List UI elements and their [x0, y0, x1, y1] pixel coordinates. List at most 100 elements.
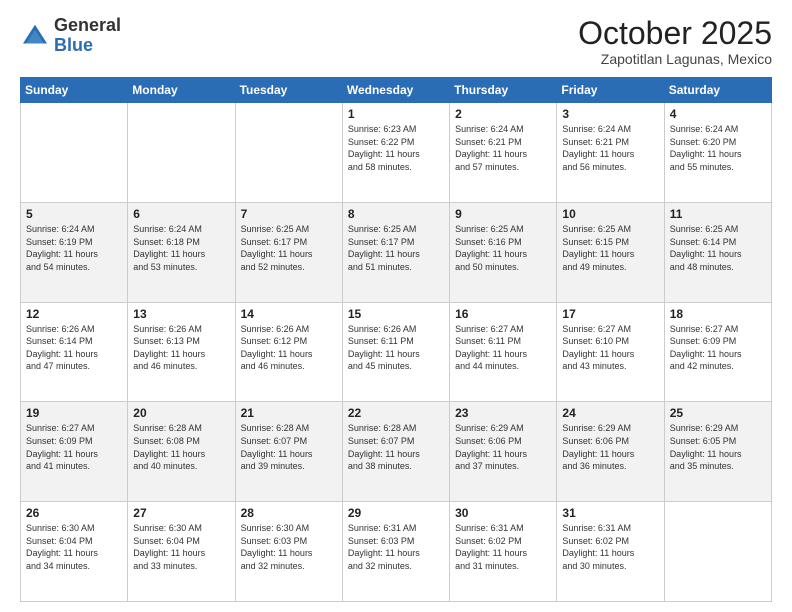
day-number: 20 — [133, 406, 229, 420]
calendar-cell: 30Sunrise: 6:31 AM Sunset: 6:02 PM Dayli… — [450, 502, 557, 602]
calendar-table: SundayMondayTuesdayWednesdayThursdayFrid… — [20, 77, 772, 602]
day-number: 18 — [670, 307, 766, 321]
day-number: 9 — [455, 207, 551, 221]
title-block: October 2025 Zapotitlan Lagunas, Mexico — [578, 16, 772, 67]
calendar-cell: 29Sunrise: 6:31 AM Sunset: 6:03 PM Dayli… — [342, 502, 449, 602]
calendar-cell: 28 Sunrise: 6:30 AM Sunset: 6:03 PM Dayli… — [235, 502, 342, 602]
calendar-cell: 7Sunrise: 6:25 AM Sunset: 6:17 PM Daylig… — [235, 202, 342, 302]
calendar-cell: 23 Sunrise: 6:29 AM Sunset: 6:06 PM Dayli… — [450, 402, 557, 502]
day-info: Sunrise: 6:30 AM Sunset: 6:04 PM Dayligh… — [26, 522, 122, 572]
logo-general: General — [54, 16, 121, 36]
day-number: 2 — [455, 107, 551, 121]
weekday-header-friday: Friday — [557, 78, 664, 103]
location-subtitle: Zapotitlan Lagunas, Mexico — [578, 51, 772, 67]
weekday-header-tuesday: Tuesday — [235, 78, 342, 103]
day-info: Sunrise: 6:29 AM Sunset: 6:06 PM Dayligh… — [455, 422, 551, 472]
calendar-cell: 3Sunrise: 6:24 AM Sunset: 6:21 PM Daylig… — [557, 103, 664, 203]
calendar-cell: 15 Sunrise: 6:26 AM Sunset: 6:11 PM Dayli… — [342, 302, 449, 402]
day-number: 31 — [562, 506, 658, 520]
day-number: 15 — [348, 307, 444, 321]
calendar-cell — [128, 103, 235, 203]
day-info: Sunrise: 6:24 AM Sunset: 6:18 PM Dayligh… — [133, 223, 229, 273]
day-number: 29 — [348, 506, 444, 520]
day-info: Sunrise: 6:24 AM Sunset: 6:20 PM Dayligh… — [670, 123, 766, 173]
weekday-header-monday: Monday — [128, 78, 235, 103]
weekday-header-thursday: Thursday — [450, 78, 557, 103]
day-info: Sunrise: 6:27 AM Sunset: 6:09 PM Dayligh… — [26, 422, 122, 472]
day-info: Sunrise: 6:24 AM Sunset: 6:21 PM Dayligh… — [455, 123, 551, 173]
calendar-cell: 10 Sunrise: 6:25 AM Sunset: 6:15 PM Dayli… — [557, 202, 664, 302]
logo-text: General Blue — [54, 16, 121, 56]
calendar-cell: 14 Sunrise: 6:26 AM Sunset: 6:12 PM Dayli… — [235, 302, 342, 402]
header: General Blue October 2025 Zapotitlan Lag… — [20, 16, 772, 67]
day-number: 5 — [26, 207, 122, 221]
day-info: Sunrise: 6:25 AM Sunset: 6:15 PM Dayligh… — [562, 223, 658, 273]
day-info: Sunrise: 6:29 AM Sunset: 6:05 PM Dayligh… — [670, 422, 766, 472]
calendar-cell: 12 Sunrise: 6:26 AM Sunset: 6:14 PM Dayli… — [21, 302, 128, 402]
calendar-week-row: 12 Sunrise: 6:26 AM Sunset: 6:14 PM Dayli… — [21, 302, 772, 402]
weekday-header-sunday: Sunday — [21, 78, 128, 103]
logo-icon — [20, 21, 50, 51]
calendar-cell: 9Sunrise: 6:25 AM Sunset: 6:16 PM Daylig… — [450, 202, 557, 302]
day-info: Sunrise: 6:26 AM Sunset: 6:11 PM Dayligh… — [348, 323, 444, 373]
calendar-cell: 22 Sunrise: 6:28 AM Sunset: 6:07 PM Dayli… — [342, 402, 449, 502]
day-number: 4 — [670, 107, 766, 121]
day-number: 26 — [26, 506, 122, 520]
calendar-cell: 24 Sunrise: 6:29 AM Sunset: 6:06 PM Dayli… — [557, 402, 664, 502]
day-number: 17 — [562, 307, 658, 321]
calendar-cell — [21, 103, 128, 203]
calendar-cell: 2 Sunrise: 6:24 AM Sunset: 6:21 PM Daylig… — [450, 103, 557, 203]
day-info: Sunrise: 6:25 AM Sunset: 6:14 PM Dayligh… — [670, 223, 766, 273]
logo-blue: Blue — [54, 36, 121, 56]
day-number: 28 — [241, 506, 337, 520]
calendar-cell: 25 Sunrise: 6:29 AM Sunset: 6:05 PM Dayli… — [664, 402, 771, 502]
day-info: Sunrise: 6:28 AM Sunset: 6:07 PM Dayligh… — [348, 422, 444, 472]
calendar-cell: 5 Sunrise: 6:24 AM Sunset: 6:19 PM Daylig… — [21, 202, 128, 302]
day-info: Sunrise: 6:26 AM Sunset: 6:12 PM Dayligh… — [241, 323, 337, 373]
day-number: 27 — [133, 506, 229, 520]
calendar-cell: 6 Sunrise: 6:24 AM Sunset: 6:18 PM Daylig… — [128, 202, 235, 302]
day-info: Sunrise: 6:24 AM Sunset: 6:21 PM Dayligh… — [562, 123, 658, 173]
day-info: Sunrise: 6:27 AM Sunset: 6:09 PM Dayligh… — [670, 323, 766, 373]
page: General Blue October 2025 Zapotitlan Lag… — [0, 0, 792, 612]
calendar-week-row: 5 Sunrise: 6:24 AM Sunset: 6:19 PM Daylig… — [21, 202, 772, 302]
logo: General Blue — [20, 16, 121, 56]
day-number: 22 — [348, 406, 444, 420]
day-number: 24 — [562, 406, 658, 420]
day-number: 10 — [562, 207, 658, 221]
day-number: 21 — [241, 406, 337, 420]
calendar-week-row: 19 Sunrise: 6:27 AM Sunset: 6:09 PM Dayli… — [21, 402, 772, 502]
day-number: 16 — [455, 307, 551, 321]
day-number: 1 — [348, 107, 444, 121]
day-number: 13 — [133, 307, 229, 321]
day-info: Sunrise: 6:26 AM Sunset: 6:13 PM Dayligh… — [133, 323, 229, 373]
day-info: Sunrise: 6:30 AM Sunset: 6:03 PM Dayligh… — [241, 522, 337, 572]
day-info: Sunrise: 6:29 AM Sunset: 6:06 PM Dayligh… — [562, 422, 658, 472]
calendar-cell: 31 Sunrise: 6:31 AM Sunset: 6:02 PM Dayli… — [557, 502, 664, 602]
day-number: 23 — [455, 406, 551, 420]
calendar-cell: 16Sunrise: 6:27 AM Sunset: 6:11 PM Dayli… — [450, 302, 557, 402]
day-info: Sunrise: 6:31 AM Sunset: 6:02 PM Dayligh… — [562, 522, 658, 572]
day-number: 19 — [26, 406, 122, 420]
calendar-cell: 8Sunrise: 6:25 AM Sunset: 6:17 PM Daylig… — [342, 202, 449, 302]
weekday-header-wednesday: Wednesday — [342, 78, 449, 103]
calendar-cell: 4 Sunrise: 6:24 AM Sunset: 6:20 PM Daylig… — [664, 103, 771, 203]
day-number: 14 — [241, 307, 337, 321]
day-info: Sunrise: 6:24 AM Sunset: 6:19 PM Dayligh… — [26, 223, 122, 273]
day-info: Sunrise: 6:25 AM Sunset: 6:17 PM Dayligh… — [348, 223, 444, 273]
calendar-cell: 17 Sunrise: 6:27 AM Sunset: 6:10 PM Dayli… — [557, 302, 664, 402]
day-info: Sunrise: 6:31 AM Sunset: 6:02 PM Dayligh… — [455, 522, 551, 572]
day-number: 25 — [670, 406, 766, 420]
day-number: 6 — [133, 207, 229, 221]
calendar-cell: 20Sunrise: 6:28 AM Sunset: 6:08 PM Dayli… — [128, 402, 235, 502]
calendar-cell: 11 Sunrise: 6:25 AM Sunset: 6:14 PM Dayli… — [664, 202, 771, 302]
day-info: Sunrise: 6:26 AM Sunset: 6:14 PM Dayligh… — [26, 323, 122, 373]
calendar-week-row: 1Sunrise: 6:23 AM Sunset: 6:22 PM Daylig… — [21, 103, 772, 203]
calendar-cell — [664, 502, 771, 602]
day-info: Sunrise: 6:30 AM Sunset: 6:04 PM Dayligh… — [133, 522, 229, 572]
calendar-cell — [235, 103, 342, 203]
day-number: 12 — [26, 307, 122, 321]
day-number: 11 — [670, 207, 766, 221]
calendar-cell: 18 Sunrise: 6:27 AM Sunset: 6:09 PM Dayli… — [664, 302, 771, 402]
day-info: Sunrise: 6:27 AM Sunset: 6:10 PM Dayligh… — [562, 323, 658, 373]
